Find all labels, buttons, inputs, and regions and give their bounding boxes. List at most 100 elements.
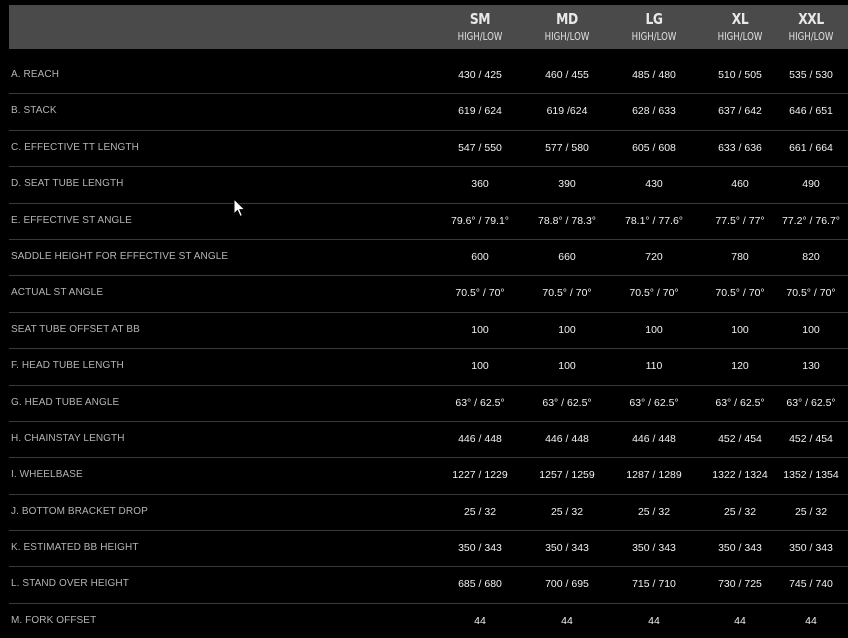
table-row: B. STACK 619 / 624 619 /624 628 / 633 637 / … xyxy=(9,94,848,131)
cell-lg: 485 / 480 xyxy=(632,69,676,81)
cell-sm: 685 / 680 xyxy=(458,578,502,591)
table-header: SM HIGH/LOW MD HIGH/LOW LG HIGH/LOW XL H… xyxy=(9,5,848,49)
cell-xxl: 745 / 740 xyxy=(789,578,833,591)
table-row: M. FORK OFFSET 44 44 44 44 44 xyxy=(9,604,848,638)
table-row: J. BOTTOM BRACKET DROP 25 / 32 25 / 32 25 /… xyxy=(9,495,848,532)
cell-lg: 446 / 448 xyxy=(632,432,676,445)
table-row: E. EFFECTIVE ST ANGLE 79.6° / 79.1° 78.8° … xyxy=(9,204,848,240)
cell-md: 1257 / 1259 xyxy=(539,469,595,482)
cell-lg: 44 xyxy=(648,614,660,627)
size-header-xl: XL HIGH/LOW xyxy=(700,5,780,43)
table-row: ACTUAL ST ANGLE 70.5° / 70° 70.5° / 70° 70.… xyxy=(9,276,848,313)
cell-sm: 25 / 32 xyxy=(463,505,497,518)
row-label: I. WHEELBASE xyxy=(11,469,83,481)
row-label: G. HEAD TUBE ANGLE xyxy=(11,396,120,408)
table-row: H. CHAINSTAY LENGTH 446 / 448 446 / 448 446… xyxy=(9,422,848,459)
size-name: MD xyxy=(556,10,578,28)
size-name: LG xyxy=(645,10,663,28)
size-subtitle: HIGH/LOW xyxy=(631,30,677,43)
size-subtitle: HIGH/LOW xyxy=(544,30,590,43)
row-label: A. REACH xyxy=(11,69,60,80)
cell-xxl: 490 xyxy=(802,178,820,191)
row-label: E. EFFECTIVE ST ANGLE xyxy=(11,214,132,226)
row-label: F. HEAD TUBE LENGTH xyxy=(11,360,124,372)
cell-lg: 78.1° / 77.6° xyxy=(624,214,684,227)
cell-lg: 430 xyxy=(645,178,663,191)
cell-md: 78.8° / 78.3° xyxy=(537,214,597,227)
cell-sm: 600 xyxy=(471,250,489,263)
cell-xxl: 130 xyxy=(802,360,820,373)
cell-lg: 25 / 32 xyxy=(637,505,671,518)
table-row: F. HEAD TUBE LENGTH 100 100 110 120 130 xyxy=(9,349,848,386)
geometry-table: SM HIGH/LOW MD HIGH/LOW LG HIGH/LOW XL H… xyxy=(0,0,848,638)
size-name: SM xyxy=(469,10,491,28)
cell-xxl: 44 xyxy=(805,614,817,627)
cell-lg: 1287 / 1289 xyxy=(626,469,682,482)
table-row: D. SEAT TUBE LENGTH 360 390 430 460 490 xyxy=(9,167,848,204)
cell-sm: 100 xyxy=(471,323,489,336)
mouse-pointer-icon xyxy=(233,198,247,218)
cell-md: 44 xyxy=(561,614,573,627)
cell-xxl: 350 / 343 xyxy=(789,542,833,555)
cell-sm: 360 xyxy=(471,178,489,191)
cell-lg: 100 xyxy=(645,323,663,336)
row-label: H. CHAINSTAY LENGTH xyxy=(11,432,125,444)
table-row: C. EFFECTIVE TT LENGTH 547 / 550 577 / 580… xyxy=(9,131,848,168)
cell-md: 577 / 580 xyxy=(545,141,589,154)
cell-sm: 350 / 343 xyxy=(458,542,502,555)
cell-md: 619 /624 xyxy=(546,105,588,118)
table-row: SEAT TUBE OFFSET AT BB 100 100 100 100 100 xyxy=(9,313,848,350)
cell-lg: 628 / 633 xyxy=(632,105,676,118)
table-row: I. WHEELBASE 1227 / 1229 1257 / 1259 1287 /… xyxy=(9,458,848,495)
cell-lg: 70.5° / 70° xyxy=(629,287,679,300)
cell-md: 460 / 455 xyxy=(545,69,589,81)
cell-md: 70.5° / 70° xyxy=(542,287,592,300)
cell-xxl: 820 xyxy=(802,250,820,263)
cell-md: 100 xyxy=(558,360,576,373)
cell-md: 700 / 695 xyxy=(545,578,589,591)
cell-sm: 100 xyxy=(471,360,489,373)
row-label: B. STACK xyxy=(11,105,57,117)
size-header-lg: LG HIGH/LOW xyxy=(614,5,694,43)
cell-lg: 110 xyxy=(645,360,663,373)
cell-md: 100 xyxy=(558,323,576,336)
cell-md: 63° / 62.5° xyxy=(542,396,592,409)
cell-md: 390 xyxy=(558,178,576,191)
row-label: J. BOTTOM BRACKET DROP xyxy=(11,505,148,517)
cell-sm: 1227 / 1229 xyxy=(452,469,508,482)
cell-md: 446 / 448 xyxy=(545,432,589,445)
cell-md: 25 / 32 xyxy=(550,505,584,518)
cell-md: 350 / 343 xyxy=(545,542,589,555)
table-row: SADDLE HEIGHT FOR EFFECTIVE ST ANGLE 600 6… xyxy=(9,240,848,277)
cell-xxl: 77.2° / 76.7° xyxy=(781,214,841,227)
cell-xxl: 661 / 664 xyxy=(789,141,833,154)
row-label: C. EFFECTIVE TT LENGTH xyxy=(11,141,139,153)
cell-sm: 547 / 550 xyxy=(458,141,502,154)
row-label: ACTUAL ST ANGLE xyxy=(11,287,104,299)
size-subtitle: HIGH/LOW xyxy=(788,30,834,43)
cell-lg: 605 / 608 xyxy=(632,141,676,154)
cell-sm: 63° / 62.5° xyxy=(455,396,505,409)
cell-xxl: 1352 / 1354 xyxy=(783,469,839,482)
cell-sm: 446 / 448 xyxy=(458,432,502,445)
table-row: G. HEAD TUBE ANGLE 63° / 62.5° 63° / 62.5°… xyxy=(9,386,848,422)
size-header-md: MD HIGH/LOW xyxy=(527,5,607,43)
size-subtitle: HIGH/LOW xyxy=(457,30,503,43)
size-subtitle: HIGH/LOW xyxy=(717,30,763,43)
row-label: SADDLE HEIGHT FOR EFFECTIVE ST ANGLE xyxy=(11,250,229,262)
cell-xxl: 25 / 32 xyxy=(794,505,828,518)
table-row: A. REACH 430 / 425 460 / 455 485 / 480 510 /… xyxy=(9,58,848,95)
row-label: L. STAND OVER HEIGHT xyxy=(11,578,129,590)
cell-xxl: 63° / 62.5° xyxy=(786,396,836,409)
table-row: L. STAND OVER HEIGHT 685 / 680 700 / 695 71… xyxy=(9,567,848,604)
cell-lg: 715 / 710 xyxy=(632,578,676,591)
row-label: D. SEAT TUBE LENGTH xyxy=(11,178,124,190)
cell-lg: 720 xyxy=(645,250,663,263)
cell-xxl: 100 xyxy=(802,323,820,336)
row-label: K. ESTIMATED BB HEIGHT xyxy=(11,542,139,554)
cell-lg: 350 / 343 xyxy=(632,542,676,555)
cell-xxl: 646 / 651 xyxy=(789,105,833,118)
cell-md: 660 xyxy=(558,250,576,263)
size-header-sm: SM HIGH/LOW xyxy=(440,5,520,43)
cell-xxl: 452 / 454 xyxy=(789,432,833,445)
